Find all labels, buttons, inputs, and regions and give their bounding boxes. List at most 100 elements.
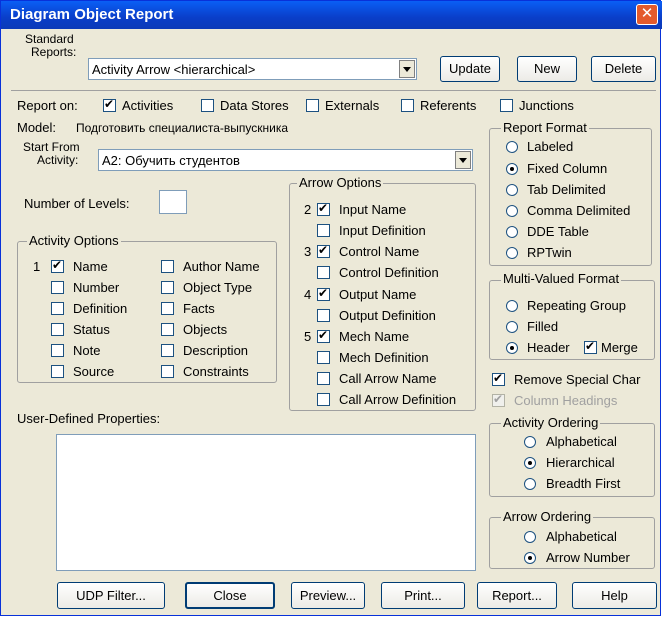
- arrow-number-label: Arrow Number: [546, 550, 630, 565]
- author-name-label: Author Name: [183, 259, 260, 274]
- remove-special-char-label: Remove Special Char: [514, 372, 641, 387]
- udp-list[interactable]: [56, 434, 476, 571]
- author-name-checkbox[interactable]: [161, 260, 174, 273]
- name-checkbox[interactable]: [51, 258, 64, 273]
- comma-delimited-radio[interactable]: [506, 205, 518, 217]
- start-activity-select[interactable]: A2: Обучить студентов: [98, 149, 473, 171]
- preview-button[interactable]: Preview...: [291, 582, 365, 609]
- note-label: Note: [73, 343, 101, 358]
- remove-special-char-checkbox[interactable]: [492, 371, 505, 386]
- comma-delimited-label: Comma Delimited: [527, 203, 631, 218]
- repeating-group-label: Repeating Group: [527, 298, 627, 313]
- standard-reports-label: Standard Reports:: [25, 33, 76, 59]
- start-from-label: Start From Activity:: [23, 141, 80, 167]
- help-button[interactable]: Help: [572, 582, 657, 609]
- call-arrow-definition-checkbox[interactable]: [317, 393, 330, 406]
- definition-label: Definition: [73, 301, 128, 316]
- chevron-down-icon[interactable]: [455, 151, 471, 169]
- breadth-first-radio[interactable]: [524, 478, 536, 490]
- source-checkbox[interactable]: [51, 365, 64, 378]
- multi-valued-format-title: Multi-Valued Format: [501, 271, 622, 286]
- close-window-button[interactable]: ✕: [636, 4, 658, 25]
- output-definition-checkbox[interactable]: [317, 309, 330, 322]
- constraints-checkbox[interactable]: [161, 365, 174, 378]
- number-label: Number: [73, 280, 120, 295]
- rptwin-label: RPTwin: [527, 245, 572, 260]
- mech-definition-checkbox[interactable]: [317, 351, 330, 364]
- filled-radio[interactable]: [506, 321, 518, 333]
- source-label: Source: [73, 364, 115, 379]
- column-headings-label: Column Headings: [514, 393, 618, 408]
- new-button[interactable]: New: [517, 56, 577, 82]
- mech-name-checkbox[interactable]: [317, 328, 330, 343]
- input-definition-label: Input Definition: [339, 223, 426, 238]
- facts-label: Facts: [183, 301, 215, 316]
- call-arrow-name-label: Call Arrow Name: [339, 371, 437, 386]
- activity-alphabetical-radio[interactable]: [524, 436, 536, 448]
- delete-button[interactable]: Delete: [591, 56, 656, 82]
- report-format-title: Report Format: [501, 120, 589, 135]
- tab-delimited-radio[interactable]: [506, 184, 518, 196]
- standard-reports-value: Activity Arrow <hierarchical>: [92, 62, 256, 77]
- close-button[interactable]: Close: [185, 582, 275, 609]
- number-checkbox[interactable]: [51, 281, 64, 294]
- control-name-checkbox[interactable]: [317, 243, 330, 258]
- number-of-levels-input[interactable]: [159, 190, 187, 214]
- facts-checkbox[interactable]: [161, 302, 174, 315]
- junctions-label: Junctions: [519, 98, 574, 113]
- arrow-option-order: 2: [304, 202, 312, 217]
- note-checkbox[interactable]: [51, 344, 64, 357]
- arrow-option-order: 3: [304, 244, 312, 259]
- definition-checkbox[interactable]: [51, 302, 64, 315]
- title-bar[interactable]: Diagram Object Report ✕: [1, 1, 662, 29]
- standard-reports-select[interactable]: Activity Arrow <hierarchical>: [88, 58, 417, 80]
- data-stores-label: Data Stores: [220, 98, 289, 113]
- merge-label: Merge: [601, 340, 638, 355]
- input-name-checkbox[interactable]: [317, 201, 330, 216]
- input-definition-checkbox[interactable]: [317, 224, 330, 237]
- chevron-down-icon[interactable]: [399, 60, 415, 78]
- activity-ordering-title: Activity Ordering: [501, 415, 601, 430]
- start-from-label-line2: Activity:: [37, 153, 79, 167]
- labeled-label: Labeled: [527, 139, 574, 154]
- window-title: Diagram Object Report: [10, 6, 174, 23]
- arrow-option-order: 4: [304, 287, 312, 302]
- output-name-checkbox[interactable]: [317, 286, 330, 301]
- update-button[interactable]: Update: [440, 56, 500, 82]
- objects-checkbox[interactable]: [161, 323, 174, 336]
- report-button[interactable]: Report...: [477, 582, 557, 609]
- header-radio[interactable]: [506, 342, 518, 354]
- object-type-checkbox[interactable]: [161, 281, 174, 294]
- arrow-alphabetical-radio[interactable]: [524, 531, 536, 543]
- udp-label: User-Defined Properties:: [17, 411, 161, 426]
- merge-checkbox[interactable]: [584, 339, 597, 354]
- description-checkbox[interactable]: [161, 344, 174, 357]
- activities-label: Activities: [122, 98, 174, 113]
- dde-table-radio[interactable]: [506, 226, 518, 238]
- column-headings-checkbox: [492, 392, 505, 407]
- status-checkbox[interactable]: [51, 323, 64, 336]
- data-stores-checkbox[interactable]: [201, 99, 214, 112]
- call-arrow-name-checkbox[interactable]: [317, 372, 330, 385]
- activities-checkbox[interactable]: [103, 97, 116, 112]
- arrow-alphabetical-label: Alphabetical: [546, 529, 617, 544]
- input-name-label: Input Name: [339, 202, 407, 217]
- close-icon: ✕: [640, 5, 654, 22]
- fixed-column-label: Fixed Column: [527, 161, 608, 176]
- constraints-label: Constraints: [183, 364, 249, 379]
- filled-label: Filled: [527, 319, 559, 334]
- repeating-group-radio[interactable]: [506, 300, 518, 312]
- rptwin-radio[interactable]: [506, 247, 518, 259]
- arrow-number-radio[interactable]: [524, 552, 536, 564]
- fixed-column-radio[interactable]: [506, 163, 518, 175]
- breadth-first-label: Breadth First: [546, 476, 621, 491]
- junctions-checkbox[interactable]: [500, 99, 513, 112]
- hierarchical-radio[interactable]: [524, 457, 536, 469]
- udp-filter-button[interactable]: UDP Filter...: [57, 582, 165, 609]
- labeled-radio[interactable]: [506, 141, 518, 153]
- control-definition-checkbox[interactable]: [317, 266, 330, 279]
- externals-checkbox[interactable]: [306, 99, 319, 112]
- mech-name-label: Mech Name: [339, 329, 410, 344]
- print-button[interactable]: Print...: [381, 582, 465, 609]
- referents-checkbox[interactable]: [401, 99, 414, 112]
